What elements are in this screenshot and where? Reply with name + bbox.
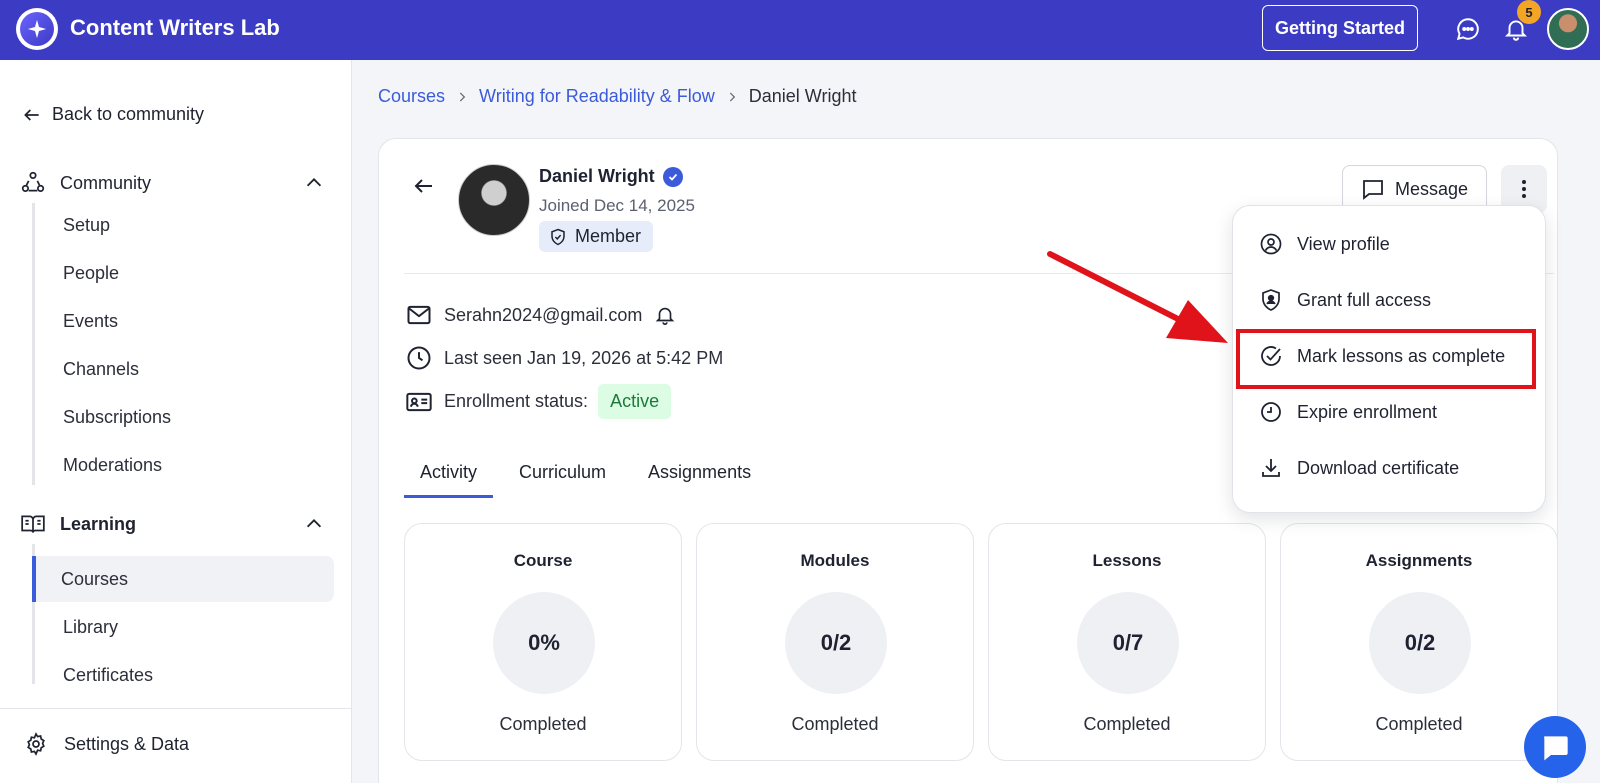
- clock-icon: [1261, 402, 1281, 422]
- back-arrow-icon[interactable]: [412, 174, 438, 200]
- stat-progress-circle: 0/2: [1369, 592, 1471, 694]
- last-seen-text: Last seen Jan 19, 2026 at 5:42 PM: [444, 347, 724, 368]
- user-circle-icon: [1260, 233, 1282, 255]
- menu-item-label: Download certificate: [1297, 457, 1460, 478]
- stat-title: Course: [513, 551, 573, 570]
- arrow-left-icon: [24, 108, 39, 121]
- menu-item-view-profile[interactable]: View profile: [1233, 220, 1545, 268]
- community-label: Community: [60, 172, 152, 193]
- verified-badge-icon: [662, 166, 683, 187]
- stat-title: Modules: [800, 551, 870, 570]
- learning-section-header[interactable]: Learning: [20, 511, 325, 537]
- chevron-up-icon[interactable]: [303, 172, 325, 194]
- menu-item-label: View profile: [1297, 233, 1390, 254]
- stat-title: Lessons: [1092, 551, 1162, 570]
- enrollment-status-badge: Active: [598, 384, 672, 419]
- menu-item-download-certificate[interactable]: Download certificate: [1233, 444, 1545, 492]
- sidebar-item-moderations[interactable]: Moderations: [34, 442, 336, 488]
- stat-label: Completed: [1375, 714, 1463, 734]
- download-icon: [1262, 459, 1280, 477]
- breadcrumb-courses[interactable]: Courses: [378, 86, 445, 107]
- stat-progress-circle: 0/7: [1077, 592, 1179, 694]
- tab-activity[interactable]: Activity: [404, 454, 494, 498]
- sidebar-item-setup[interactable]: Setup: [34, 202, 336, 248]
- sidebar-divider: [0, 708, 352, 709]
- book-open-icon: [21, 515, 45, 533]
- sidebar-item-subscriptions[interactable]: Subscriptions: [34, 394, 336, 440]
- notification-count-badge: 5: [1517, 0, 1541, 24]
- enrollment-status-row: Enrollment status: Active: [404, 384, 672, 419]
- breadcrumb: Courses Writing for Readability & Flow D…: [378, 86, 857, 107]
- chevron-right-icon: [729, 91, 736, 102]
- sidebar: Back to community Community Setup People…: [0, 60, 352, 783]
- getting-started-button[interactable]: Getting Started: [1262, 5, 1418, 51]
- sidebar-item-certificates[interactable]: Certificates: [34, 652, 336, 698]
- stat-label: Completed: [499, 714, 587, 734]
- stat-progress-circle: 0%: [493, 592, 595, 694]
- community-icon: [21, 171, 45, 192]
- top-bar: Content Writers Lab Getting Started 5: [0, 0, 1600, 60]
- chat-icon: [1544, 736, 1568, 761]
- stat-progress-circle: 0/2: [785, 592, 887, 694]
- app-logo[interactable]: [16, 8, 58, 50]
- member-name: Daniel Wright: [539, 166, 655, 186]
- sidebar-item-events[interactable]: Events: [34, 298, 336, 344]
- stat-label: Completed: [1083, 714, 1171, 734]
- sparkle-logo-icon: [20, 12, 54, 46]
- stat-card-assignments: Assignments 0/2 Completed: [1280, 523, 1558, 761]
- message-icon: [1363, 180, 1383, 200]
- mail-icon: [404, 300, 434, 330]
- message-label: Message: [1394, 178, 1469, 199]
- chat-bubble-icon[interactable]: [1454, 15, 1482, 43]
- member-tabs: Activity Curriculum Assignments: [404, 454, 767, 498]
- member-name-row: Daniel Wright: [539, 166, 683, 187]
- member-avatar: [458, 164, 530, 236]
- more-vertical-icon: [1522, 180, 1526, 198]
- menu-item-label: Grant full access: [1297, 289, 1432, 310]
- last-seen-row: Last seen Jan 19, 2026 at 5:42 PM: [404, 343, 723, 373]
- joined-date: Joined Dec 14, 2025: [539, 196, 695, 215]
- app-title: Content Writers Lab: [70, 15, 280, 40]
- shield-user-icon: [1262, 289, 1280, 311]
- bell-icon[interactable]: [650, 300, 680, 330]
- sidebar-item-library[interactable]: Library: [34, 604, 336, 650]
- community-section-header[interactable]: Community: [20, 170, 325, 196]
- sidebar-item-courses[interactable]: Courses: [32, 556, 334, 602]
- sidebar-item-channels[interactable]: Channels: [34, 346, 336, 392]
- stat-card-course: Course 0% Completed: [404, 523, 682, 761]
- enrollment-status-label: Enrollment status:: [444, 391, 589, 411]
- stat-label: Completed: [791, 714, 879, 734]
- user-avatar[interactable]: [1547, 8, 1589, 50]
- settings-data-link[interactable]: Settings & Data: [24, 732, 189, 756]
- id-card-icon: [404, 387, 434, 417]
- breadcrumb-current: Daniel Wright: [748, 86, 857, 106]
- member-email: Serahn2024@gmail.com: [444, 304, 643, 325]
- stat-card-lessons: Lessons 0/7 Completed: [988, 523, 1266, 761]
- menu-item-grant-full-access[interactable]: Grant full access: [1233, 276, 1545, 324]
- stat-card-modules: Modules 0/2 Completed: [696, 523, 974, 761]
- sidebar-item-people[interactable]: People: [34, 250, 336, 296]
- chevron-up-icon[interactable]: [303, 513, 325, 535]
- menu-item-label: Expire enrollment: [1297, 401, 1438, 422]
- gear-icon: [27, 732, 45, 756]
- back-to-community-link[interactable]: Back to community: [22, 104, 204, 125]
- support-chat-button[interactable]: [1524, 716, 1586, 778]
- highlight-annotation-box: [1236, 329, 1536, 389]
- email-row: Serahn2024@gmail.com: [404, 300, 690, 330]
- back-to-community-label: Back to community: [52, 104, 205, 124]
- stat-title: Assignments: [1365, 551, 1473, 570]
- tab-curriculum[interactable]: Curriculum: [503, 454, 622, 498]
- chevron-right-icon: [459, 91, 466, 102]
- role-label: Member: [575, 226, 642, 246]
- clock-icon: [404, 343, 434, 373]
- shield-check-icon: [551, 228, 565, 245]
- tab-assignments[interactable]: Assignments: [632, 454, 767, 498]
- role-badge: Member: [539, 221, 654, 252]
- learning-label: Learning: [60, 513, 137, 534]
- settings-data-label: Settings & Data: [64, 733, 190, 754]
- menu-item-expire-enrollment[interactable]: Expire enrollment: [1233, 388, 1545, 436]
- breadcrumb-course-title[interactable]: Writing for Readability & Flow: [479, 86, 715, 107]
